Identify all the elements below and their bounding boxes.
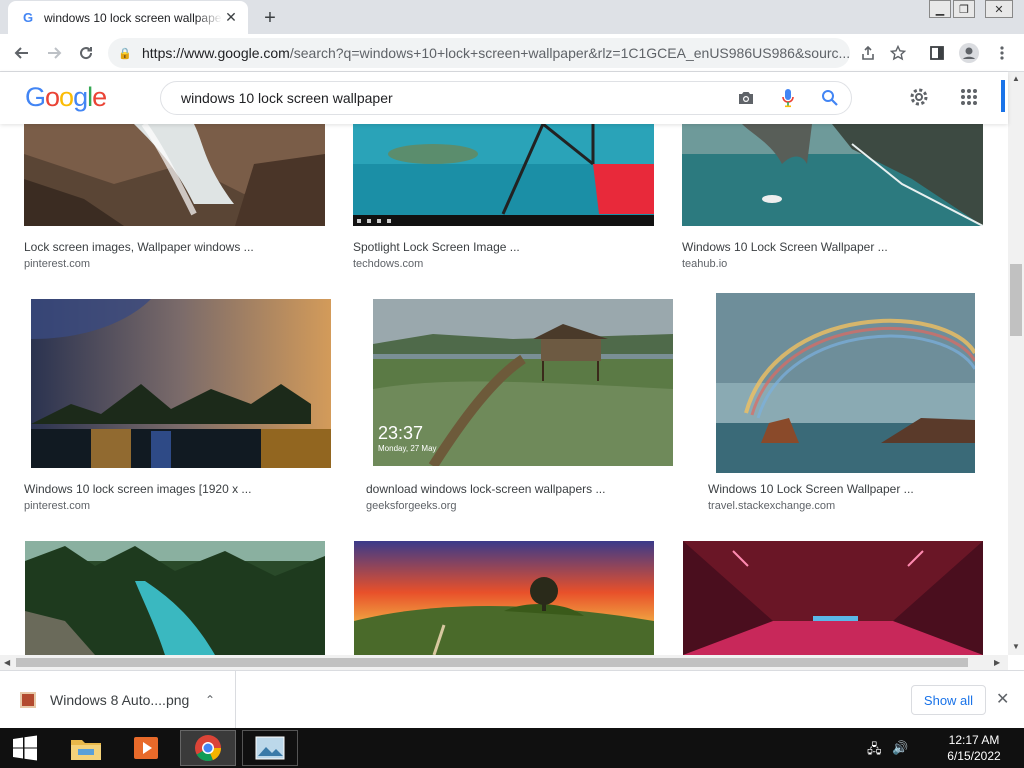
- result-caption[interactable]: Windows 10 lock screen images [1920 x ..…: [24, 482, 251, 496]
- minimize-button[interactable]: ▁: [929, 0, 951, 18]
- download-item[interactable]: Windows 8 Auto....png ⌃: [0, 671, 236, 729]
- lockscreen-date: Monday, 27 May: [378, 444, 437, 453]
- url-path: /search?q=windows+10+lock+screen+wallpap…: [289, 45, 850, 61]
- image-results-grid: Lock screen images, Wallpaper windows ..…: [0, 124, 1008, 655]
- restore-button[interactable]: ❐: [953, 0, 975, 18]
- browser-toolbar: 🔒 https://www.google.com/search?q=window…: [0, 34, 1024, 72]
- show-all-button[interactable]: Show all: [911, 685, 986, 715]
- result-source[interactable]: geeksforgeeks.org: [366, 500, 457, 512]
- result-caption[interactable]: Lock screen images, Wallpaper windows ..…: [24, 240, 254, 254]
- scroll-up-arrow-icon[interactable]: ▲: [1012, 74, 1020, 83]
- lockscreen-clock: 23:37: [378, 423, 424, 443]
- chevron-up-icon[interactable]: ⌃: [205, 693, 235, 707]
- result-source[interactable]: teahub.io: [682, 258, 727, 270]
- photo-viewer-icon[interactable]: [242, 730, 298, 766]
- result-source[interactable]: pinterest.com: [24, 258, 90, 270]
- microphone-icon[interactable]: [767, 81, 809, 115]
- share-icon[interactable]: [856, 41, 880, 65]
- download-filename[interactable]: Windows 8 Auto....png: [50, 692, 205, 708]
- result-thumbnail[interactable]: [24, 124, 325, 226]
- url-text: https://www.google.com/search?q=windows+…: [142, 45, 850, 61]
- image-file-icon: [20, 692, 36, 708]
- system-clock[interactable]: 12:17 AM 6/15/2022: [936, 732, 1012, 764]
- vertical-scrollbar[interactable]: ▲ ▼: [1008, 72, 1024, 655]
- media-player-icon[interactable]: [118, 730, 174, 766]
- windows-logo-icon: [13, 735, 37, 761]
- download-bar: Windows 8 Auto....png ⌃ Show all ✕: [0, 670, 1024, 729]
- reload-button[interactable]: [74, 41, 98, 65]
- start-button[interactable]: [0, 730, 50, 766]
- volume-icon[interactable]: 🔊: [892, 740, 908, 756]
- back-arrow-icon: [14, 47, 28, 59]
- search-input[interactable]: windows 10 lock screen wallpaper: [181, 90, 725, 106]
- side-panel-icon[interactable]: [925, 41, 949, 65]
- search-icon[interactable]: [809, 81, 851, 115]
- back-button[interactable]: [10, 41, 34, 65]
- horizontal-scroll-thumb[interactable]: [16, 658, 968, 667]
- address-bar[interactable]: 🔒 https://www.google.com/search?q=window…: [108, 38, 850, 68]
- tab-google-search[interactable]: G windows 10 lock screen wallpaper ✕: [8, 1, 248, 34]
- result-thumbnail[interactable]: [354, 541, 654, 655]
- result-source[interactable]: travel.stackexchange.com: [708, 500, 835, 512]
- tab-close-icon[interactable]: ✕: [222, 9, 240, 27]
- new-tab-button[interactable]: +: [258, 6, 282, 30]
- camera-icon[interactable]: [725, 81, 767, 115]
- google-logo[interactable]: Google: [25, 82, 107, 113]
- result-thumbnail[interactable]: [682, 124, 983, 226]
- scroll-left-arrow-icon[interactable]: ◀: [4, 658, 10, 667]
- result-source[interactable]: techdows.com: [353, 258, 423, 270]
- result-source[interactable]: pinterest.com: [24, 500, 90, 512]
- window-close-button[interactable]: ✕: [985, 0, 1013, 18]
- clock-time: 12:17 AM: [948, 733, 1000, 747]
- result-thumbnail[interactable]: [716, 293, 975, 473]
- google-favicon-icon: G: [22, 10, 34, 25]
- url-host: https://www.google.com: [142, 45, 290, 61]
- search-box[interactable]: windows 10 lock screen wallpaper: [160, 81, 852, 115]
- vertical-scroll-thumb[interactable]: [1010, 264, 1022, 336]
- result-thumbnail[interactable]: [353, 124, 654, 226]
- reload-icon: [80, 47, 93, 60]
- settings-gear-icon[interactable]: [906, 84, 932, 110]
- tab-title: windows 10 lock screen wallpaper: [44, 10, 222, 25]
- scroll-down-arrow-icon[interactable]: ▼: [1012, 642, 1020, 651]
- file-explorer-icon[interactable]: [58, 730, 114, 766]
- google-header: Google windows 10 lock screen wallpaper: [0, 72, 1008, 124]
- horizontal-scrollbar[interactable]: ◀ ▶: [0, 655, 1008, 670]
- network-icon[interactable]: 🖧: [867, 740, 882, 762]
- forward-arrow-icon: [48, 47, 62, 59]
- clock-date: 6/15/2022: [947, 749, 1001, 763]
- windows-taskbar: 🖧 🔊 12:17 AM 6/15/2022: [0, 728, 1024, 768]
- result-caption[interactable]: download windows lock-screen wallpapers …: [366, 482, 605, 496]
- result-caption[interactable]: Windows 10 Lock Screen Wallpaper ...: [682, 240, 888, 254]
- scroll-right-arrow-icon[interactable]: ▶: [994, 658, 1000, 667]
- lock-icon: 🔒: [118, 47, 132, 60]
- close-download-bar-icon[interactable]: ✕: [996, 689, 1009, 709]
- result-thumbnail[interactable]: [683, 541, 983, 655]
- tab-strip: G windows 10 lock screen wallpaper ✕ + ▁…: [0, 0, 1024, 34]
- apps-grid-icon[interactable]: [956, 84, 982, 110]
- result-thumbnail[interactable]: [31, 299, 331, 468]
- bookmark-star-icon[interactable]: [886, 41, 910, 65]
- result-thumbnail[interactable]: [25, 541, 325, 655]
- chrome-taskbar-icon[interactable]: [180, 730, 236, 766]
- forward-button[interactable]: [42, 41, 66, 65]
- account-indicator: [1001, 80, 1005, 112]
- chrome-menu-icon[interactable]: [990, 41, 1014, 65]
- result-caption[interactable]: Windows 10 Lock Screen Wallpaper ...: [708, 482, 914, 496]
- result-thumbnail[interactable]: 23:37 Monday, 27 May: [373, 299, 673, 466]
- profile-avatar-icon[interactable]: [957, 41, 981, 65]
- result-caption[interactable]: Spotlight Lock Screen Image ...: [353, 240, 520, 254]
